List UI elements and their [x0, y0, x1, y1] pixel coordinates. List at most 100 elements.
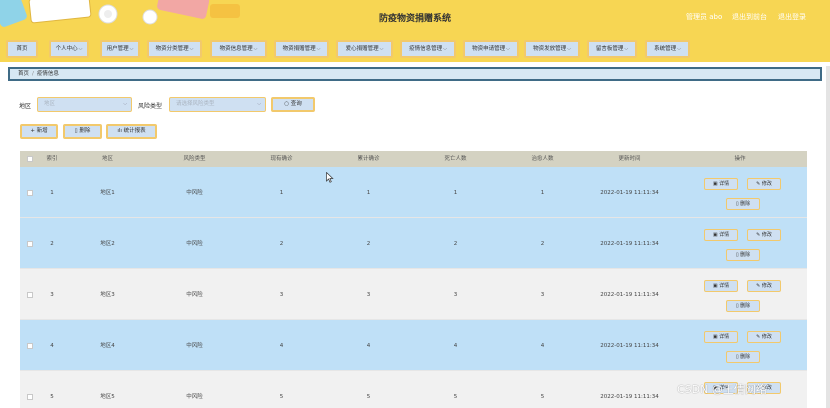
- edit-button[interactable]: ✎ 修改: [747, 331, 781, 343]
- nav-epidemic-info-mgmt[interactable]: 疫情信息管理⌵: [400, 40, 456, 58]
- edit-label: 修改: [761, 181, 772, 187]
- chevron-down-icon: ⌵: [253, 46, 258, 52]
- nav-profile[interactable]: 个人中心⌵: [49, 40, 89, 58]
- column-header: 死亡人数: [444, 156, 467, 162]
- row-checkbox[interactable]: [27, 190, 33, 196]
- detail-button[interactable]: ▣ 详情: [704, 331, 738, 343]
- cell-total: 3: [366, 292, 371, 298]
- back-to-front-link[interactable]: 退出到前台: [732, 12, 767, 22]
- nav-label: 物资捐赠管理: [282, 46, 316, 52]
- cell-updated: 2022-01-19 11:11:34: [600, 292, 659, 298]
- nav-love-donation-mgmt[interactable]: 爱心捐赠管理⌵: [336, 40, 393, 58]
- detail-button[interactable]: ▣ 详情: [704, 178, 738, 190]
- edit-button[interactable]: ✎ 修改: [747, 229, 781, 241]
- nav-supply-info-mgmt[interactable]: 物资信息管理⌵: [210, 40, 267, 58]
- cell-risk: 中风险: [186, 292, 203, 298]
- watermark: CSDN @王倩网络: [677, 383, 767, 396]
- cell-index: 5: [50, 394, 54, 400]
- chevron-down-icon: ⌵: [189, 46, 194, 52]
- nav-application-mgmt[interactable]: 物资申请管理⌵: [463, 40, 519, 58]
- risk-type-select[interactable]: 请选择风险类型 ⌵: [169, 97, 266, 112]
- breadcrumb-home[interactable]: 首页: [18, 71, 29, 77]
- delete-button[interactable]: ▯ 删除: [726, 300, 760, 312]
- nav-label: 物资信息管理: [219, 46, 253, 52]
- nav-label: 系统管理: [654, 46, 677, 52]
- delete-label: 删除: [740, 252, 751, 258]
- chevron-down-icon: ⌵: [379, 46, 384, 52]
- cell-total: 5: [366, 394, 371, 400]
- cell-region: 地区5: [100, 394, 115, 400]
- add-button-label: 新增: [36, 128, 48, 134]
- cell-risk: 中风险: [186, 394, 203, 400]
- delete-label: 删除: [740, 354, 751, 360]
- row-checkbox[interactable]: [27, 343, 33, 349]
- add-button[interactable]: + 新增: [20, 124, 58, 139]
- stats-report-label: 统计报表: [123, 128, 146, 134]
- nav-label: 个人中心: [55, 46, 78, 52]
- scrollbar[interactable]: [826, 66, 830, 408]
- row-checkbox[interactable]: [27, 241, 33, 247]
- cell-index: 3: [50, 292, 54, 298]
- edit-button[interactable]: ✎ 修改: [747, 178, 781, 190]
- detail-button[interactable]: ▣ 详情: [704, 280, 738, 292]
- delete-label: 删除: [740, 303, 751, 309]
- edit-label: 修改: [761, 283, 772, 289]
- cell-cured: 5: [540, 394, 545, 400]
- nav-system-mgmt[interactable]: 系统管理⌵: [645, 40, 690, 58]
- row-checkbox[interactable]: [27, 394, 33, 400]
- logout-link[interactable]: 退出登录: [778, 12, 806, 22]
- cell-region: 地区4: [100, 343, 115, 349]
- cell-cured: 3: [540, 292, 545, 298]
- cell-updated: 2022-01-19 11:11:34: [600, 343, 659, 349]
- stats-report-button[interactable]: ılı 统计报表: [106, 124, 157, 139]
- query-button[interactable]: ○ 查询: [271, 97, 315, 112]
- chevron-down-icon: ⌵: [129, 46, 134, 52]
- cell-deaths: 5: [453, 394, 458, 400]
- batch-delete-button[interactable]: ▯ 删除: [63, 124, 102, 139]
- detail-label: 详情: [719, 283, 730, 289]
- cell-deaths: 2: [453, 241, 458, 247]
- column-header: 更新时间: [618, 156, 641, 162]
- app-title: 防疫物资捐赠系统: [378, 14, 451, 24]
- nav-user-mgmt[interactable]: 用户管理⌵: [100, 40, 140, 58]
- delete-button[interactable]: ▯ 删除: [726, 249, 760, 261]
- nav-donation-mgmt[interactable]: 物资捐赠管理⌵: [274, 40, 329, 58]
- detail-button[interactable]: ▣ 详情: [704, 229, 738, 241]
- cell-current: 3: [279, 292, 284, 298]
- cell-deaths: 3: [453, 292, 458, 298]
- nav-label: 物资申请管理: [472, 46, 506, 52]
- chevron-down-icon: ⌵: [123, 101, 127, 107]
- chevron-down-icon: ⌵: [624, 46, 629, 52]
- cell-region: 地区1: [100, 190, 115, 196]
- risk-type-placeholder: 请选择风险类型: [176, 101, 215, 107]
- column-header: 索引: [46, 156, 58, 162]
- cell-cured: 4: [540, 343, 545, 349]
- nav-label: 疫情信息管理: [409, 46, 443, 52]
- cell-updated: 2022-01-19 11:11:34: [600, 394, 659, 400]
- table-row: 2 地区2 中风险 2 2 2 2 2022-01-19 11:11:34 ▣ …: [20, 218, 807, 269]
- nav-home[interactable]: 首页: [6, 40, 38, 58]
- cell-updated: 2022-01-19 11:11:34: [600, 190, 659, 196]
- page: 防疫物资捐赠系统 管理员 abo 退出到前台 退出登录 首页 个人中心⌵ 用户管…: [0, 0, 830, 408]
- table-row: 3 地区3 中风险 3 3 3 3 2022-01-19 11:11:34 ▣ …: [20, 269, 807, 320]
- nav-category-mgmt[interactable]: 物资分类管理⌵: [147, 40, 202, 58]
- current-user: 管理员 abo: [686, 13, 723, 21]
- cell-deaths: 4: [453, 343, 458, 349]
- nav-distribution-mgmt[interactable]: 物资发放管理⌵: [524, 40, 580, 58]
- nav-message-board-mgmt[interactable]: 留言板管理⌵: [587, 40, 637, 58]
- chevron-down-icon: ⌵: [443, 46, 447, 52]
- table-row: 4 地区4 中风险 4 4 4 4 2022-01-19 11:11:34 ▣ …: [20, 320, 807, 371]
- column-header: 治愈人数: [531, 156, 554, 162]
- select-all-checkbox[interactable]: [27, 156, 33, 162]
- chevron-down-icon: ⌵: [316, 46, 321, 52]
- delete-button[interactable]: ▯ 删除: [726, 198, 760, 210]
- column-header: 操作: [734, 156, 746, 162]
- delete-button[interactable]: ▯ 删除: [726, 351, 760, 363]
- table-row: 1 地区1 中风险 1 1 1 1 2022-01-19 11:11:34 ▣ …: [20, 167, 807, 218]
- region-input[interactable]: 地区 ⌵: [37, 97, 132, 112]
- row-checkbox[interactable]: [27, 292, 33, 298]
- cell-region: 地区3: [100, 292, 115, 298]
- nav-label: 爱心捐赠管理: [345, 46, 379, 52]
- edit-button[interactable]: ✎ 修改: [747, 280, 781, 292]
- chevron-down-icon: ⌵: [677, 46, 681, 52]
